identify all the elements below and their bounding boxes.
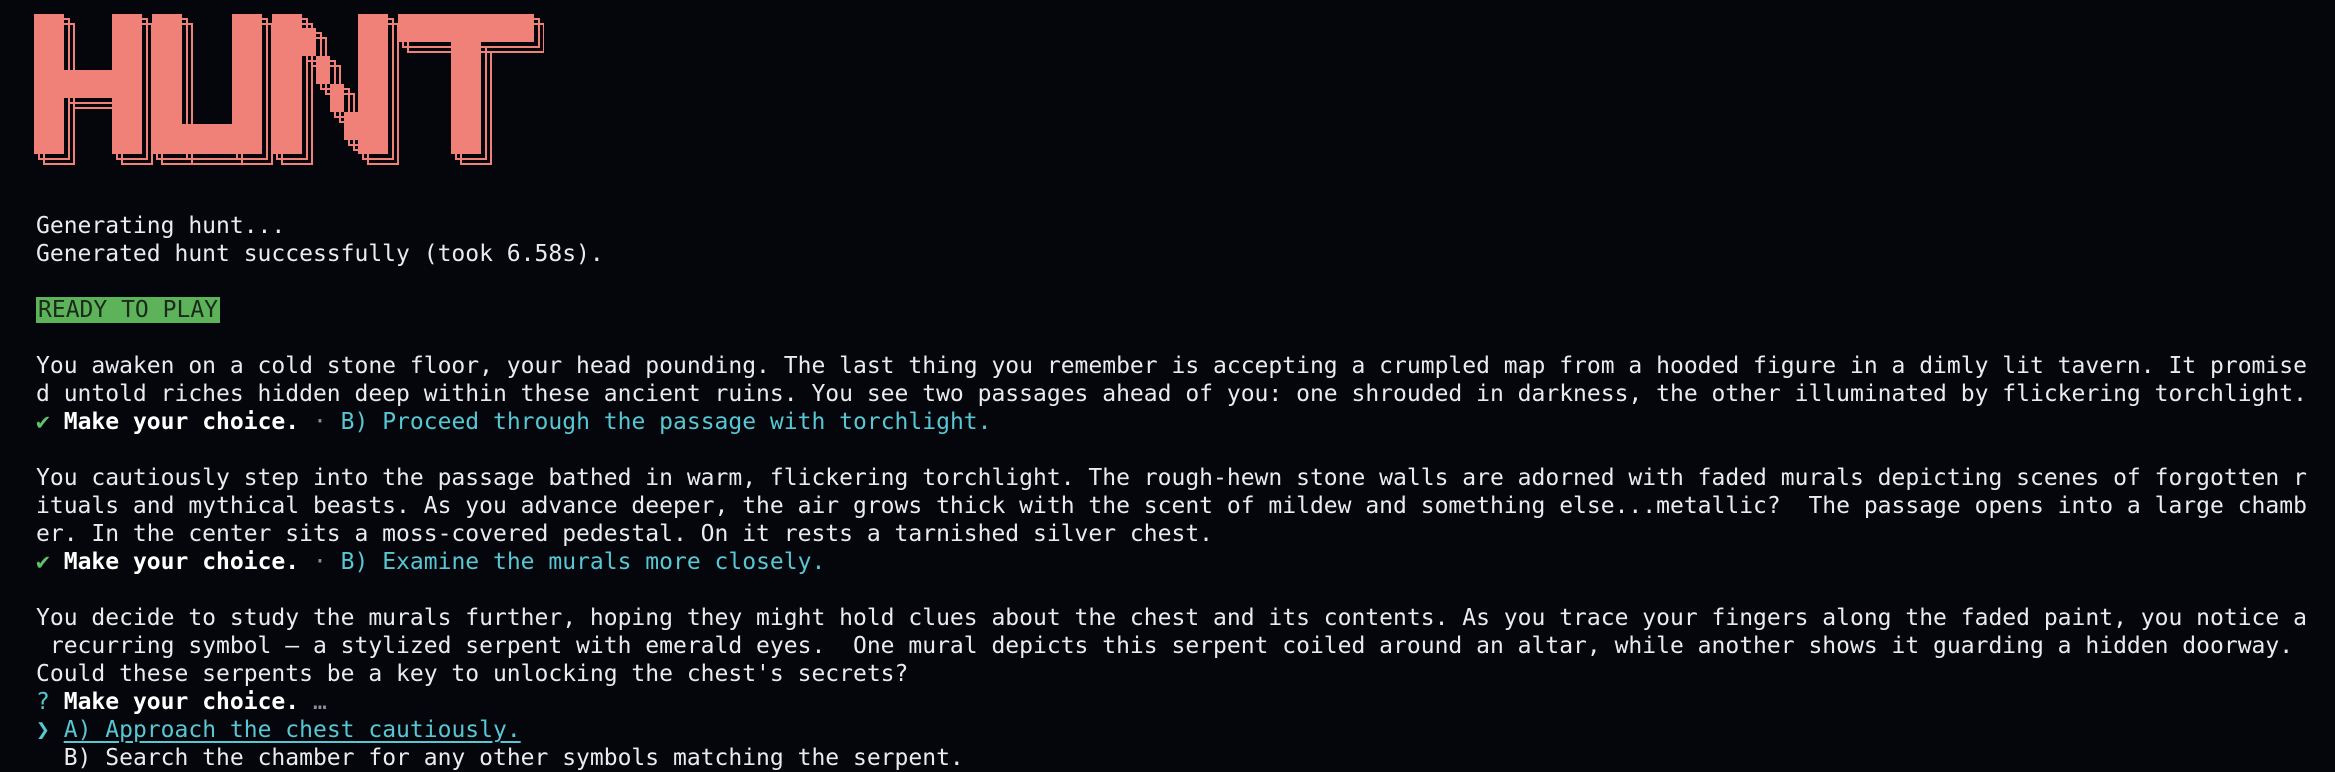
option-a[interactable]: ❯ A) Approach the chest cautiously. [36,716,2335,744]
story-line: d untold riches hidden deep within these… [36,381,2307,407]
choice-prompt: Make your choice. [63,549,300,575]
option-a-label[interactable]: A) Approach the chest cautiously. [64,717,521,743]
check-icon: ✔ [36,409,50,435]
story-line: Could these serpents be a key to unlocki… [36,661,909,687]
choice-prompt: Make your choice. [63,689,300,715]
hunt-logo [34,14,544,165]
check-icon: ✔ [36,549,50,575]
terminal-window: Generating hunt... Generated hunt succes… [0,0,2335,772]
status-generating: Generating hunt... [36,213,286,239]
current-prompt: ? Make your choice. … [36,688,2335,716]
question-mark-icon: ? [36,689,50,715]
choice-answer: B) Proceed through the passage with torc… [340,409,992,435]
choice-separator: · [299,409,341,435]
story-line: You decide to study the murals further, … [36,605,2307,631]
option-b[interactable]: B) Search the chamber for any other symb… [36,744,2335,772]
story-line: You cautiously step into the passage bat… [36,465,2307,491]
choice-separator: · [299,549,341,575]
story-line: ituals and mythical beasts. As you advan… [36,493,2307,519]
choice-answer: B) Examine the murals more closely. [340,549,826,575]
terminal-output: Generating hunt... Generated hunt succes… [36,212,2335,772]
pointer-icon: ❯ [36,717,50,743]
status-generated: Generated hunt successfully (took 6.58s)… [36,241,604,267]
choice-prompt: Make your choice. [63,409,300,435]
story-line: recurring symbol – a stylized serpent wi… [36,633,2294,659]
answered-choice: ✔ Make your choice. · B) Proceed through… [36,408,2335,436]
story-line: You awaken on a cold stone floor, your h… [36,353,2307,379]
story-line: er. In the center sits a moss-covered pe… [36,521,1214,547]
ellipsis-icon: … [312,689,327,715]
answered-choice: ✔ Make your choice. · B) Examine the mur… [36,548,2335,576]
ready-badge: READY TO PLAY [36,297,221,323]
option-b-label[interactable]: B) Search the chamber for any other symb… [64,745,964,771]
